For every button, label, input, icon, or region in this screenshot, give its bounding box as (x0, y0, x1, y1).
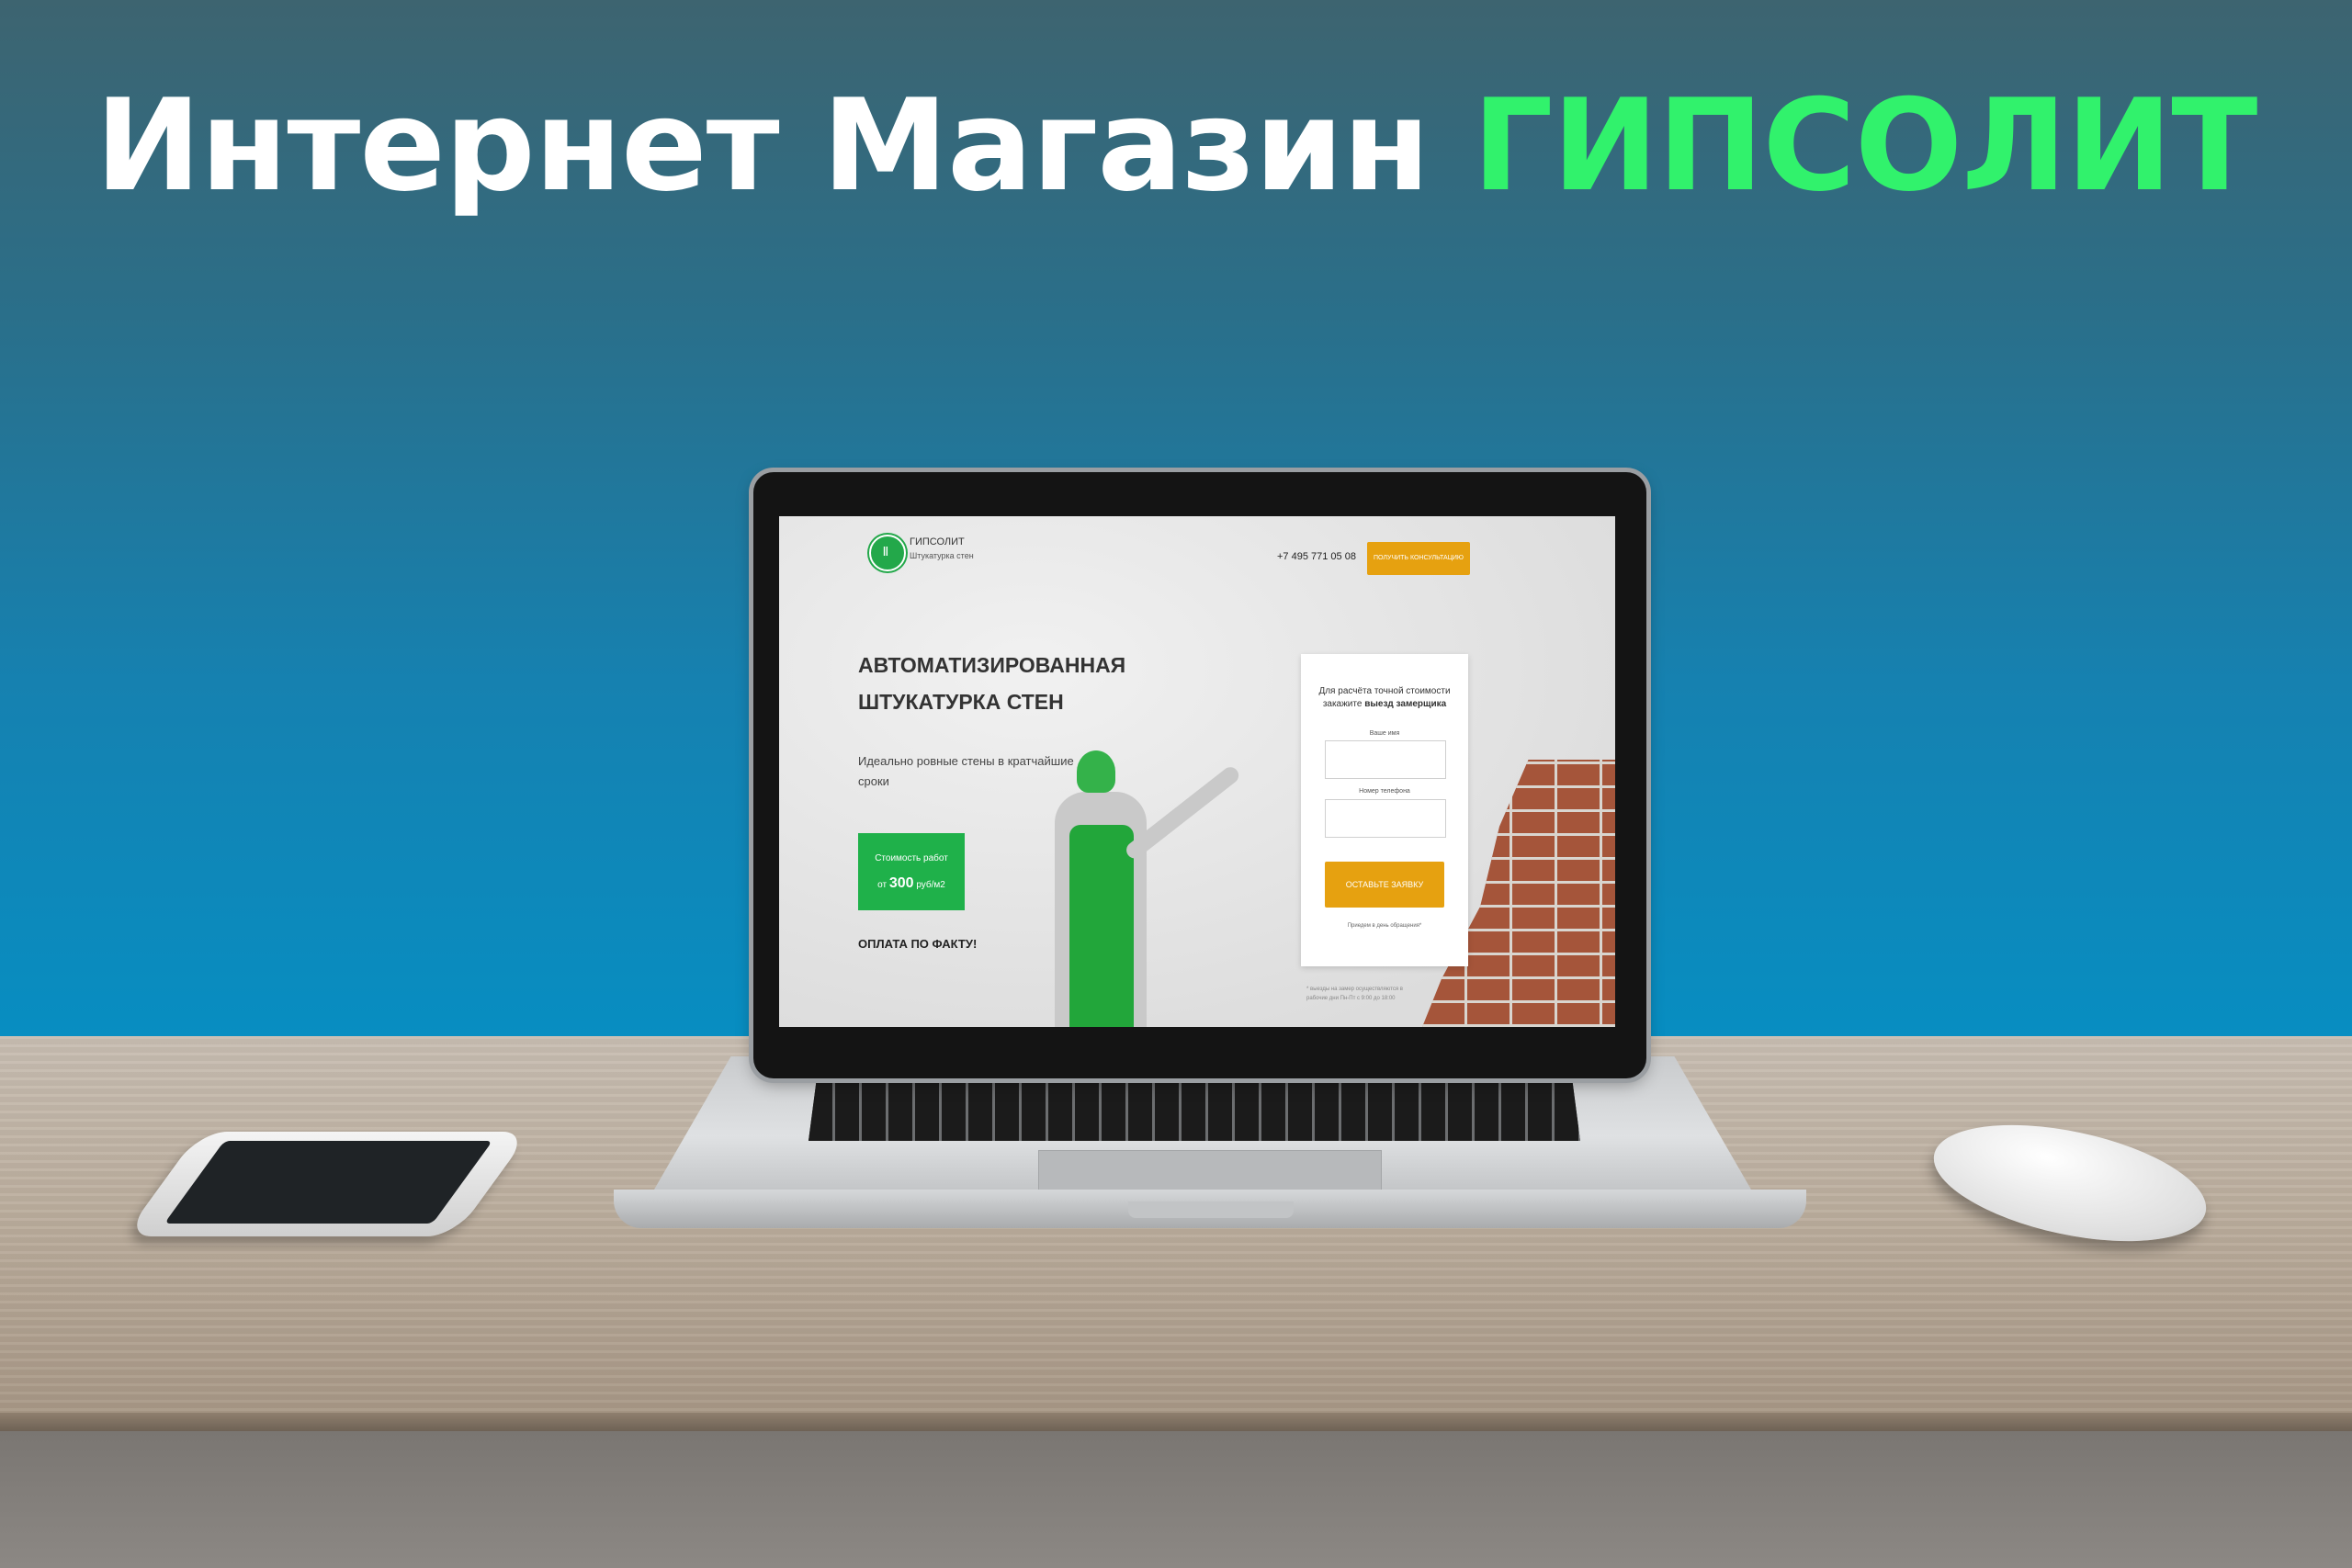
price-unit: руб/м2 (916, 880, 945, 890)
submit-request-button[interactable]: ОСТАВЬТЕ ЗАЯВКУ (1325, 862, 1444, 908)
form-title-line1: Для расчёта точной стоимости (1318, 686, 1451, 696)
headline-text: Интернет Магазин (95, 72, 1430, 220)
price-value-line: от 300 руб/м2 (858, 875, 965, 892)
form-title: Для расчёта точной стоимости закажите вы… (1308, 685, 1461, 711)
footnote: * выезды на замер осуществляются в рабоч… (1306, 987, 1403, 1001)
form-note: Приедем в день обращения* (1347, 923, 1422, 929)
laptop-lid-notch (1128, 1201, 1294, 1218)
table-edge (0, 1413, 2352, 1431)
laptop-keyboard (808, 1082, 1580, 1141)
laptop-screen: Ⅱ ГИПСОЛИТ Штукатурка стен +7 495 771 05… (779, 516, 1615, 1027)
name-field-label: Ваше имя (1369, 730, 1400, 737)
request-form: Для расчёта точной стоимости закажите вы… (1301, 654, 1468, 966)
hero-title: АВТОМАТИЗИРОВАННАЯ ШТУКАТУРКА СТЕН (858, 653, 1126, 714)
pillar-icon: Ⅱ (882, 544, 889, 558)
form-title-prefix: закажите (1322, 699, 1363, 709)
hero-subtitle: Идеально ровные стены в кратчайшие сроки (858, 754, 1074, 788)
site-name[interactable]: ГИПСОЛИТ (910, 536, 965, 547)
headline-brand: ГИПСОЛИТ (1472, 72, 2258, 220)
price-label: Стоимость работ (875, 853, 948, 863)
headline: Интернет Магазин ГИПСОЛИТ (0, 72, 2352, 220)
phone-field-label: Номер телефона (1359, 788, 1410, 795)
header-phone-link[interactable]: +7 495 771 05 08 (1277, 551, 1356, 562)
consultation-button[interactable]: ПОЛУЧИТЬ КОНСУЛЬТАЦИЮ (1367, 542, 1470, 575)
price-from: от (877, 880, 888, 890)
price-box[interactable]: Стоимость работ от 300 руб/м2 (858, 833, 965, 910)
price-value: 300 (888, 875, 914, 891)
pay-on-fact-text: ОПЛАТА ПО ФАКТУ! (858, 937, 978, 951)
worker-helmet (1077, 750, 1115, 793)
site-tagline: Штукатурка стен (910, 551, 974, 560)
worker-overalls (1069, 825, 1134, 1027)
phone-field[interactable] (1325, 799, 1446, 838)
form-title-bold: выезд замерщика (1364, 699, 1447, 709)
smartphone-screen (164, 1141, 493, 1224)
floor (0, 1431, 2352, 1568)
name-field[interactable] (1325, 740, 1446, 779)
